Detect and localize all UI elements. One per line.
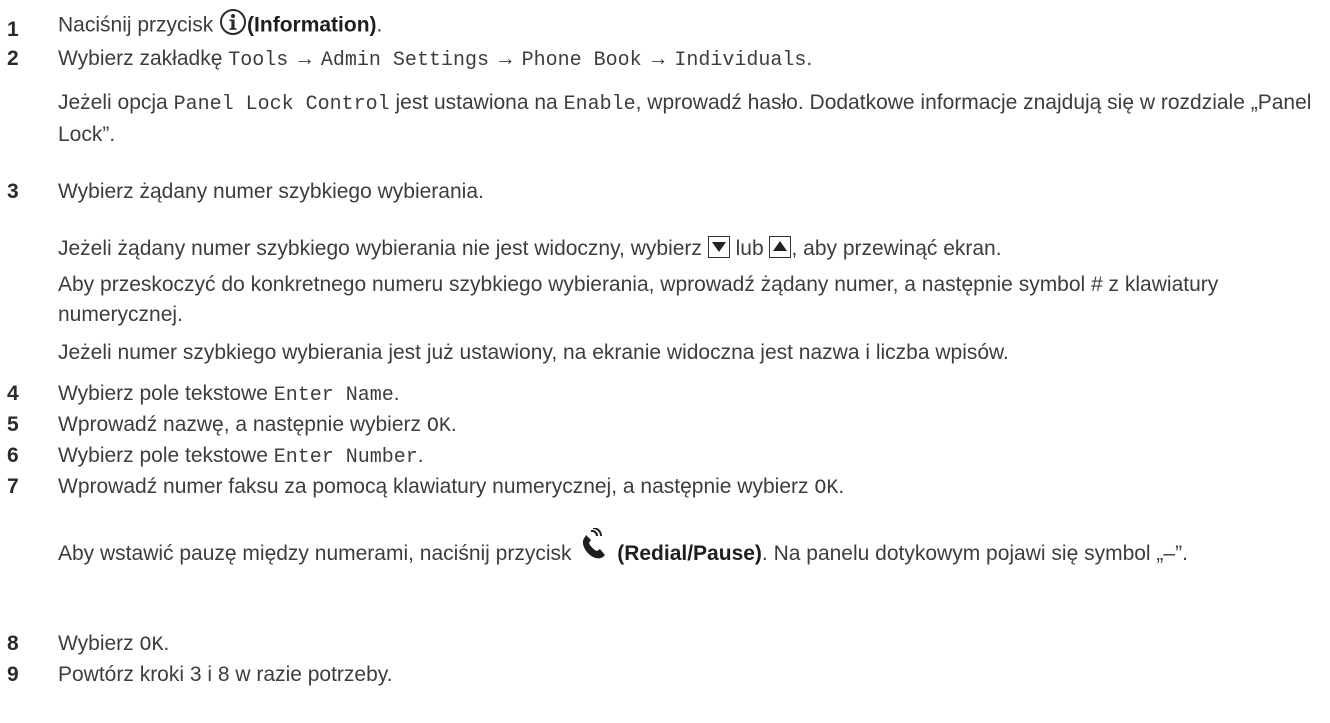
step-text: Naciśnij przycisk <box>58 13 214 37</box>
note-already-set: Jeżeli numer szybkiego wybierania jest j… <box>58 341 1009 364</box>
menu-path-tools: Tools <box>228 49 289 72</box>
step-text: Wybierz pole tekstowe <box>58 382 268 405</box>
step-text: Powtórz kroki 3 i 8 w razie potrzeby. <box>58 663 393 686</box>
button-name: (Redial/Pause) <box>617 542 762 565</box>
arrow: → <box>494 47 516 70</box>
info-icon <box>219 8 247 44</box>
note-scroll: Jeżeli żądany numer szybkiego wybierania… <box>58 236 1002 260</box>
step-text: Wprowadź nazwę, a następnie wybierz <box>58 413 422 436</box>
button-name: (Information) <box>247 13 377 37</box>
step-number: 6 <box>7 444 19 467</box>
ok-button-label: OK <box>139 634 164 657</box>
step-text: Wybierz <box>58 632 134 655</box>
ok-button-label: OK <box>814 477 839 500</box>
field-enter-number: Enter Number <box>273 446 418 469</box>
scroll-down-icon <box>707 236 730 258</box>
ok-button-label: OK <box>426 415 451 438</box>
menu-path-admin-settings: Admin Settings <box>320 49 489 72</box>
step-text: Wybierz żądany numer szybkiego wybierani… <box>58 180 484 203</box>
option-enable: Enable <box>563 93 636 116</box>
step-number: 1 <box>7 18 19 41</box>
arrow: → <box>647 47 669 70</box>
step-number: 4 <box>7 382 19 405</box>
redial-pause-icon <box>577 527 611 571</box>
step-text: Wprowadź numer faksu za pomocą klawiatur… <box>58 475 809 498</box>
note-panel-lock: Jeżeli opcja Panel Lock Control jest ust… <box>58 91 1312 146</box>
note-pause: Aby wstawić pauzę między numerami, naciś… <box>58 527 1318 571</box>
note-jump: Aby przeskoczyć do konkretnego numeru sz… <box>58 273 1219 326</box>
arrow: → <box>294 47 316 70</box>
scroll-up-icon <box>769 236 792 258</box>
step-number: 7 <box>7 475 19 498</box>
step-number: 9 <box>7 663 19 686</box>
step-text: Wybierz pole tekstowe <box>58 444 268 467</box>
step-number: 3 <box>7 180 19 203</box>
field-enter-name: Enter Name <box>273 384 394 407</box>
menu-path-phone-book: Phone Book <box>521 49 642 72</box>
menu-path-individuals: Individuals <box>674 49 807 72</box>
option-panel-lock-control: Panel Lock Control <box>173 93 390 116</box>
step-number: 5 <box>7 413 19 436</box>
step-number: 8 <box>7 632 19 655</box>
step-text: Wybierz zakładkę <box>58 47 223 70</box>
step-number: 2 <box>7 47 19 70</box>
